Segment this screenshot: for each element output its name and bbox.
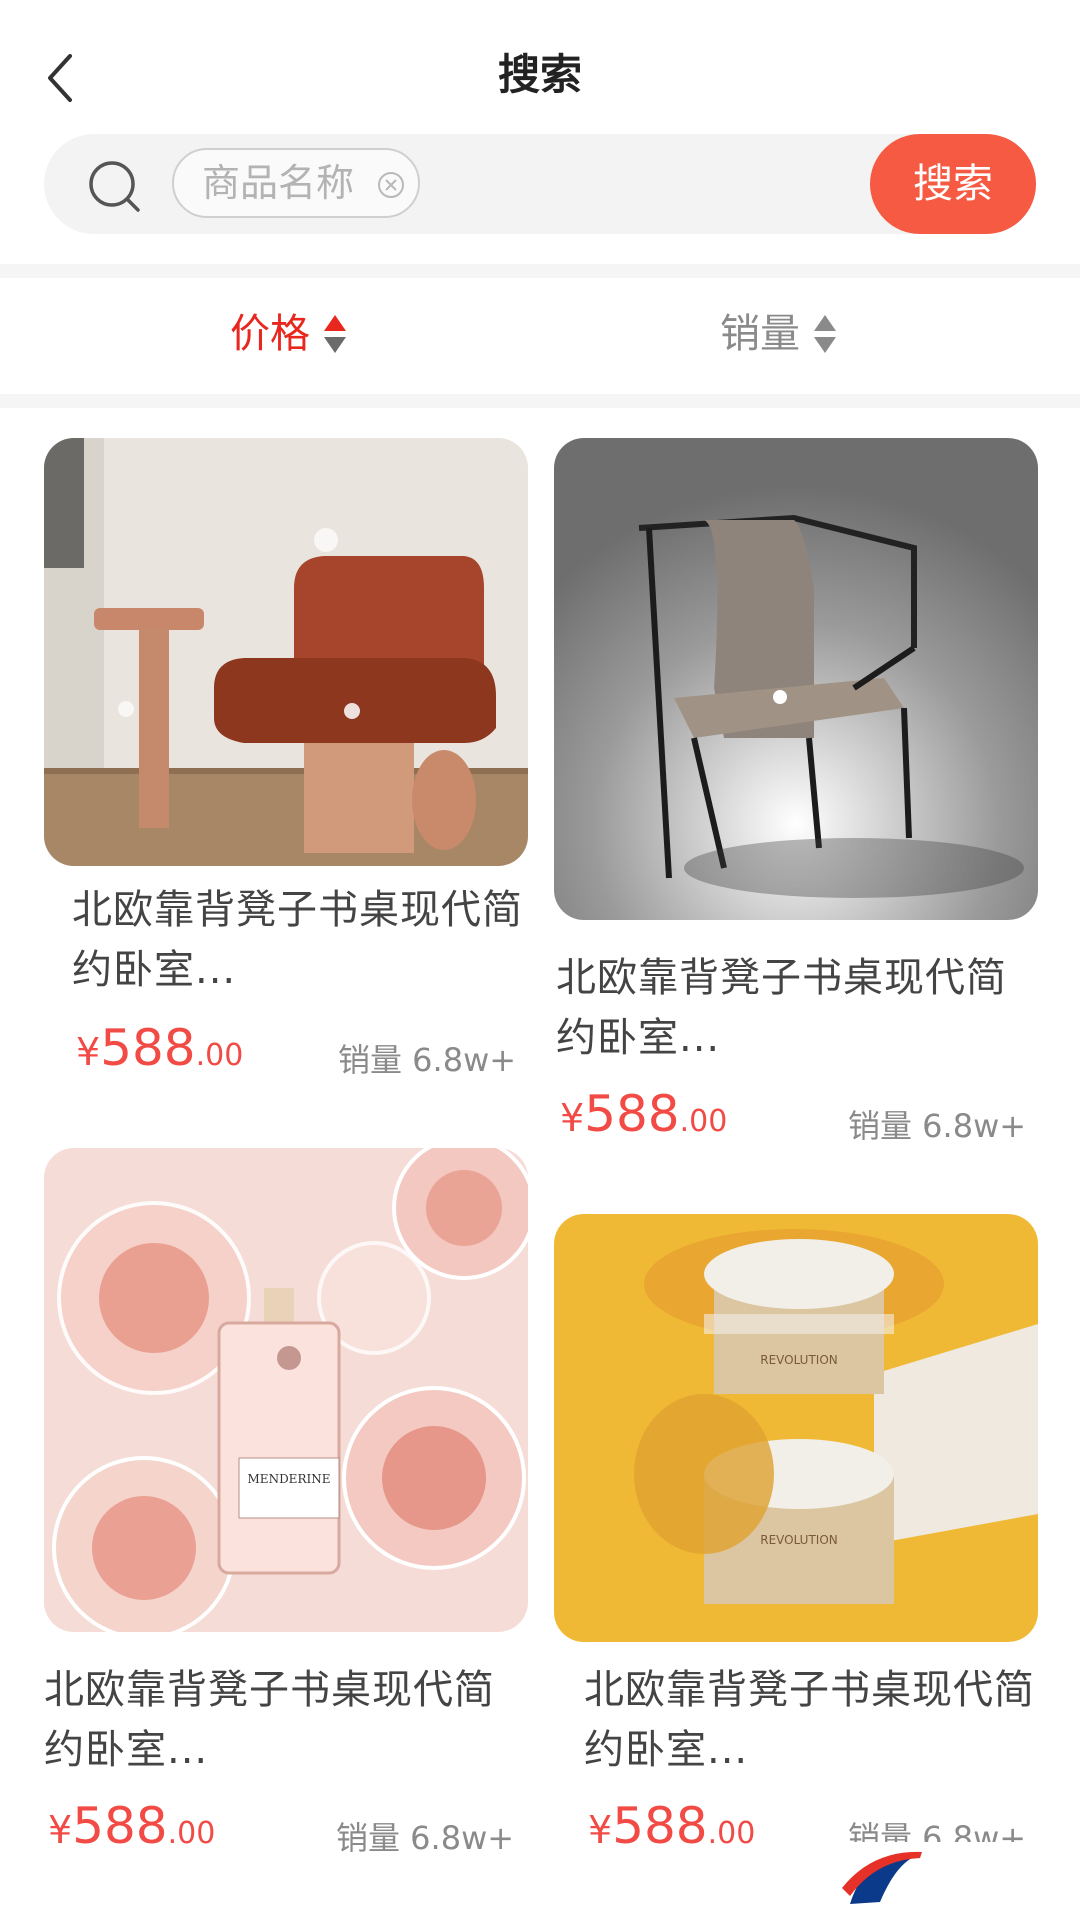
price-currency: ¥ — [560, 1096, 585, 1140]
product-sales: 销量 6.8w+ — [336, 1819, 515, 1857]
sort-tab-sales-label: 销量 — [720, 311, 800, 357]
cream-jar-image: REVOLUTION REVOLUTION — [554, 1214, 1038, 1642]
price-integer: 588 — [612, 1797, 708, 1855]
product-title-line: 约卧室... — [44, 1727, 209, 1773]
divider — [0, 264, 1080, 278]
divider — [0, 394, 1080, 408]
svg-text:REVOLUTION: REVOLUTION — [760, 1353, 838, 1367]
sort-tab-price-label: 价格 — [230, 311, 310, 357]
search-button[interactable]: 搜索 — [870, 134, 1036, 234]
price-decimal: .00 — [195, 1038, 244, 1073]
svg-text:REVOLUTION: REVOLUTION — [760, 1533, 838, 1547]
price-decimal: .00 — [167, 1816, 216, 1851]
product-title-line: 约卧室... — [584, 1727, 749, 1773]
product-title-line: 北欧靠背凳子书桌现代简 — [556, 955, 1007, 1001]
product-sales-clip: 销量 6.8w+ — [848, 1818, 1028, 1842]
product-title[interactable]: 北欧靠背凳子书桌现代简 约卧室... — [44, 1660, 504, 1780]
svg-text:MENDERINE: MENDERINE — [248, 1472, 331, 1486]
product-sales: 销量 6.8w+ — [848, 1819, 1027, 1842]
price-integer: 588 — [584, 1085, 680, 1143]
product-price: ¥588.00 — [76, 1018, 243, 1090]
product-sales: 销量 6.8w+ — [848, 1107, 1027, 1145]
product-title-line: 约卧室... — [556, 1015, 721, 1061]
product-title[interactable]: 北欧靠背凳子书桌现代简 约卧室... — [584, 1660, 1044, 1780]
product-title-line: 北欧靠背凳子书桌现代简 — [44, 1667, 495, 1713]
product-title-line: 约卧室... — [72, 947, 237, 993]
product-image[interactable]: MENDERINE — [44, 1148, 528, 1632]
product-title[interactable]: 北欧靠背凳子书桌现代简 约卧室... — [72, 880, 532, 1000]
app-logo-icon — [842, 1851, 922, 1904]
price-decimal: .00 — [679, 1104, 728, 1139]
page-title: 搜索 — [497, 50, 582, 99]
product-sales: 销量 6.8w+ — [338, 1041, 517, 1079]
search-icon — [89, 161, 140, 212]
product-image[interactable] — [554, 438, 1038, 920]
sort-arrows-icon — [324, 315, 346, 357]
product-price: ¥588.00 — [588, 1796, 755, 1868]
clear-icon[interactable] — [376, 170, 406, 200]
sort-arrows-icon — [814, 315, 836, 357]
chair-image — [554, 438, 1038, 920]
product-price: ¥588.00 — [560, 1084, 727, 1156]
product-title-line: 北欧靠背凳子书桌现代简 — [584, 1667, 1035, 1713]
price-integer: 588 — [72, 1797, 168, 1855]
sort-tab-price[interactable]: 价格 — [230, 306, 310, 362]
price-decimal: .00 — [707, 1816, 756, 1851]
price-integer: 588 — [100, 1019, 196, 1077]
price-currency: ¥ — [48, 1808, 73, 1852]
product-image[interactable]: REVOLUTION REVOLUTION — [554, 1214, 1038, 1642]
product-price: ¥588.00 — [48, 1796, 215, 1868]
price-currency: ¥ — [76, 1030, 101, 1074]
chair-image — [44, 438, 528, 866]
product-title-line: 北欧靠背凳子书桌现代简 — [72, 887, 523, 933]
sort-tab-sales[interactable]: 销量 — [720, 306, 800, 362]
search-keyword-text: 商品名称 — [202, 161, 355, 205]
shampoo-image: MENDERINE — [44, 1148, 528, 1632]
price-currency: ¥ — [588, 1808, 613, 1852]
product-title[interactable]: 北欧靠背凳子书桌现代简 约卧室... — [556, 948, 1016, 1068]
product-image[interactable] — [44, 438, 528, 866]
